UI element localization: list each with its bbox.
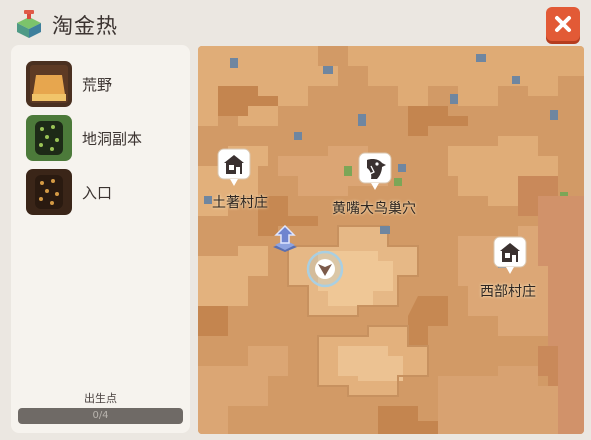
wilderness-thumb [26, 61, 72, 107]
marker-label: 土著村庄 [212, 195, 268, 211]
title-bar: 淘金热 [0, 0, 591, 44]
sidebar-item-cave-dungeon[interactable]: 地洞副本 [26, 115, 196, 163]
teleport-marker[interactable] [272, 224, 298, 257]
spawn-progress-text: 0/4 [92, 410, 109, 421]
sidebar-item-entrance[interactable]: 入口 [26, 169, 196, 217]
marker-label: 西部村庄 [480, 284, 536, 300]
player-arrow-icon [306, 250, 344, 288]
close-button[interactable] [546, 7, 580, 41]
sidebar-panel: 荒野 地洞副本 入口 出生点 0/4 [11, 45, 190, 433]
world-map[interactable]: 土著村庄 黄嘴大鸟巢穴 西部村庄 [198, 46, 584, 434]
marker-native-village[interactable] [217, 148, 251, 192]
grass-cube-icon [17, 10, 41, 38]
house-icon [217, 148, 251, 186]
page-title: 淘金热 [52, 14, 118, 38]
marker-bird-nest[interactable] [358, 152, 392, 196]
marker-label: 黄嘴大鸟巢穴 [332, 201, 416, 217]
marker-west-village[interactable] [493, 236, 527, 280]
spawn-point-label: 出生点 [84, 392, 117, 405]
teleport-arrow-icon [273, 224, 297, 252]
spawn-progress-bar: 0/4 [18, 408, 183, 424]
sidebar-item-wilderness[interactable]: 荒野 [26, 61, 196, 109]
house-icon [493, 236, 527, 274]
sidebar-item-label: 荒野 [82, 76, 113, 94]
bird-head-icon [358, 152, 392, 190]
cave-dungeon-thumb [26, 115, 72, 161]
close-x-icon [555, 16, 571, 32]
entrance-thumb [26, 169, 72, 215]
sidebar-item-label: 入口 [82, 184, 113, 202]
player-position-marker [305, 249, 345, 293]
sidebar-item-label: 地洞副本 [82, 130, 143, 148]
